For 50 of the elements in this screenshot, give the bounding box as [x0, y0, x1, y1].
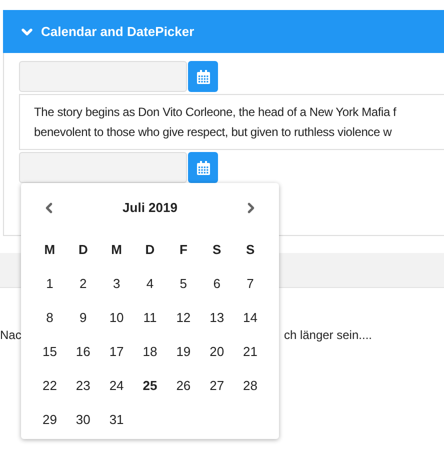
calendar-day[interactable]: 17	[100, 334, 134, 368]
weekday-label: F	[178, 240, 188, 258]
calendar-day[interactable]: 13	[200, 300, 234, 334]
month-title: Juli 2019	[122, 200, 178, 215]
calendar-icon	[196, 160, 210, 174]
calendar-icon	[196, 70, 210, 84]
calendar-day[interactable]: 23	[66, 368, 100, 402]
panel-title: Calendar and DatePicker	[41, 24, 194, 39]
calendar-day[interactable]: 1	[33, 266, 66, 300]
calendar-day[interactable]: 20	[200, 334, 234, 368]
body-text: Nac	[0, 328, 22, 342]
weekday-label: M	[110, 240, 123, 258]
calendar-day[interactable]: 21	[234, 334, 267, 368]
weekday-label: D	[144, 240, 156, 258]
calendar-day[interactable]: 19	[166, 334, 200, 368]
calendar-day[interactable]: 4	[133, 266, 167, 300]
calendar-day[interactable]: 22	[33, 368, 66, 402]
calendar-day[interactable]: 5	[166, 266, 200, 300]
weekday-label: S	[212, 240, 222, 258]
date-field[interactable]	[19, 152, 187, 183]
calendar-day[interactable]: 14	[234, 300, 267, 334]
calendar-button[interactable]	[188, 61, 218, 92]
weekday-label: S	[244, 240, 256, 258]
calendar-day[interactable]: 15	[33, 334, 66, 368]
calendar-day[interactable]: 26	[166, 368, 200, 402]
weekday-label: M	[43, 240, 56, 258]
calendar-day[interactable]: 31	[100, 402, 134, 436]
body-text: ch länger sein....	[284, 328, 372, 342]
calendar-day[interactable]: 25	[133, 368, 167, 402]
calendar-day[interactable]: 11	[133, 300, 167, 334]
calendar-day[interactable]: 28	[234, 368, 267, 402]
calendar-day[interactable]: 7	[234, 266, 267, 300]
calendar-day[interactable]: 27	[200, 368, 234, 402]
calendar-day[interactable]: 30	[66, 402, 100, 436]
calendar-day[interactable]: 3	[100, 266, 134, 300]
calendar-day[interactable]: 18	[133, 334, 167, 368]
calendar-day[interactable]: 10	[100, 300, 134, 334]
calendar-day[interactable]: 2	[66, 266, 100, 300]
calendar-day[interactable]: 9	[66, 300, 100, 334]
calendar-day[interactable]: 29	[33, 402, 66, 436]
calendar-day[interactable]: 12	[166, 300, 200, 334]
calendar-button[interactable]	[188, 152, 218, 183]
calendar-day[interactable]: 16	[66, 334, 100, 368]
calendar-day[interactable]: 8	[33, 300, 66, 334]
paragraph-line: The story begins as Don Vito Corleone, the head of a New York Mafia f	[34, 104, 398, 121]
calendar-day[interactable]: 6	[200, 266, 234, 300]
date-field[interactable]	[19, 61, 187, 92]
calendar-day[interactable]: 24	[100, 368, 134, 402]
weekday-label: D	[77, 240, 89, 258]
paragraph-line: benevolent to those who give respect, but given to ruthless violence w	[34, 124, 393, 141]
